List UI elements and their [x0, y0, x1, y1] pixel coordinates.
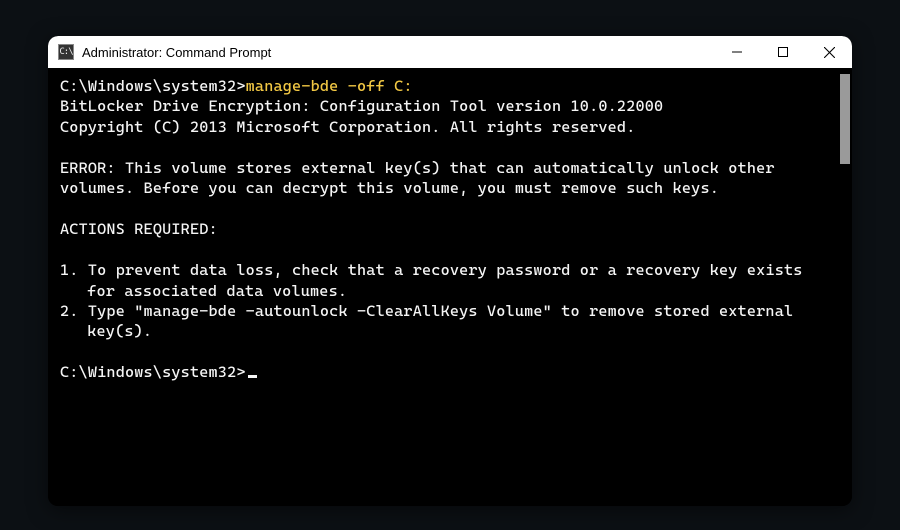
- prompt-path: C:\Windows\system32>: [60, 77, 246, 95]
- minimize-button[interactable]: [714, 36, 760, 68]
- entered-command: manage-bde -off C:: [246, 77, 413, 95]
- terminal-output[interactable]: C:\Windows\system32>manage-bde -off C: B…: [48, 68, 838, 506]
- window-title: Administrator: Command Prompt: [82, 45, 271, 60]
- terminal-area[interactable]: C:\Windows\system32>manage-bde -off C: B…: [48, 68, 852, 506]
- output-line: BitLocker Drive Encryption: Configuratio…: [60, 97, 663, 115]
- scrollbar-thumb[interactable]: [840, 74, 850, 164]
- minimize-icon: [732, 47, 742, 57]
- maximize-button[interactable]: [760, 36, 806, 68]
- output-line: Copyright (C) 2013 Microsoft Corporation…: [60, 118, 636, 136]
- prompt-path: C:\Windows\system32>: [60, 363, 246, 381]
- titlebar[interactable]: C:\ Administrator: Command Prompt: [48, 36, 852, 68]
- error-line: ERROR: This volume stores external key(s…: [60, 159, 784, 197]
- action-item: 2. Type "manage-bde -autounlock -ClearAl…: [60, 301, 826, 342]
- command-prompt-window: C:\ Administrator: Command Prompt C:\Win…: [48, 36, 852, 506]
- action-item: 1. To prevent data loss, check that a re…: [60, 260, 826, 301]
- scrollbar[interactable]: [838, 68, 852, 506]
- app-icon: C:\: [58, 44, 74, 60]
- close-icon: [824, 47, 835, 58]
- maximize-icon: [778, 47, 788, 57]
- cursor: [248, 375, 257, 378]
- actions-header: ACTIONS REQUIRED:: [60, 220, 218, 238]
- close-button[interactable]: [806, 36, 852, 68]
